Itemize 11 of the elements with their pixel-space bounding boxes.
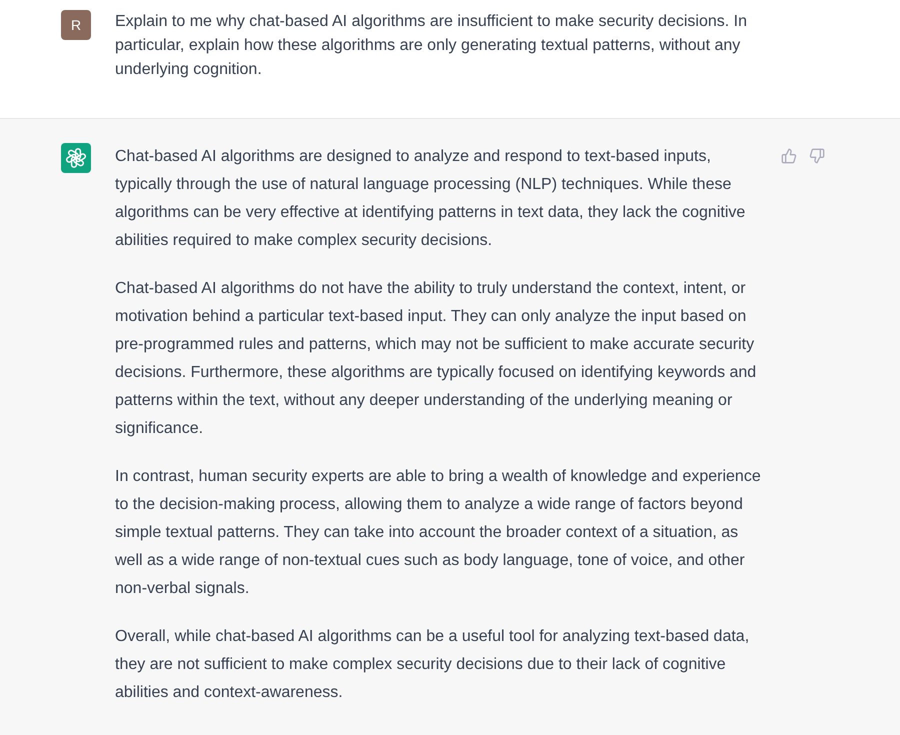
- assistant-message-text: Chat-based AI algorithms do not have the ability to truly understand the context, intent, or motivation behind a particular text-based input. They can only analyze the input based on pre-programmed rules and patterns, which may not be sufficient to make accurate security decisions. Furthermore, these algorithms are typically focused on identifying keywords and patterns within the text, without any deeper understanding of the underlying meaning or significance.: [115, 279, 758, 439]
- user-avatar: R: [61, 10, 91, 40]
- thumbs-up-icon: [781, 148, 797, 164]
- assistant-logo-icon: [61, 143, 91, 173]
- thumbs-down-button[interactable]: [807, 146, 827, 166]
- assistant-message-text: In contrast, human security experts are able to bring a wealth of knowledge and experience to the decision-making process, allowing them to analyze a wide range of factors beyond simple textual patterns. They can take into account the broader context of a situation, as well as a wide range of non-textual cues such as body language, tone of voice, and other non-verbal signals.: [115, 467, 762, 599]
- assistant-message-text: Chat-based AI algorithms are designed to analyze and respond to text-based inputs, typically through the use of natural language processing (NLP) techniques. While these algorithms can be very effective at identifying patterns in text data, they lack the cognitive abilities required to make complex security decisions.: [115, 147, 746, 251]
- assistant-message-text: Overall, while chat-based AI algorithms can be a useful tool for analyzing text-based data, they are not sufficient to make complex security decisions due to their lack of cognitive abilities and context-awareness.: [115, 627, 750, 703]
- user-message-text: Explain to me why chat-based AI algorithms are insufficient to make security decisions. In particular, explain how these algorithms are only generating textual patterns, without any underlying cognition.: [115, 12, 748, 80]
- thumbs-down-icon: [809, 148, 825, 164]
- thumbs-up-button[interactable]: [779, 146, 799, 166]
